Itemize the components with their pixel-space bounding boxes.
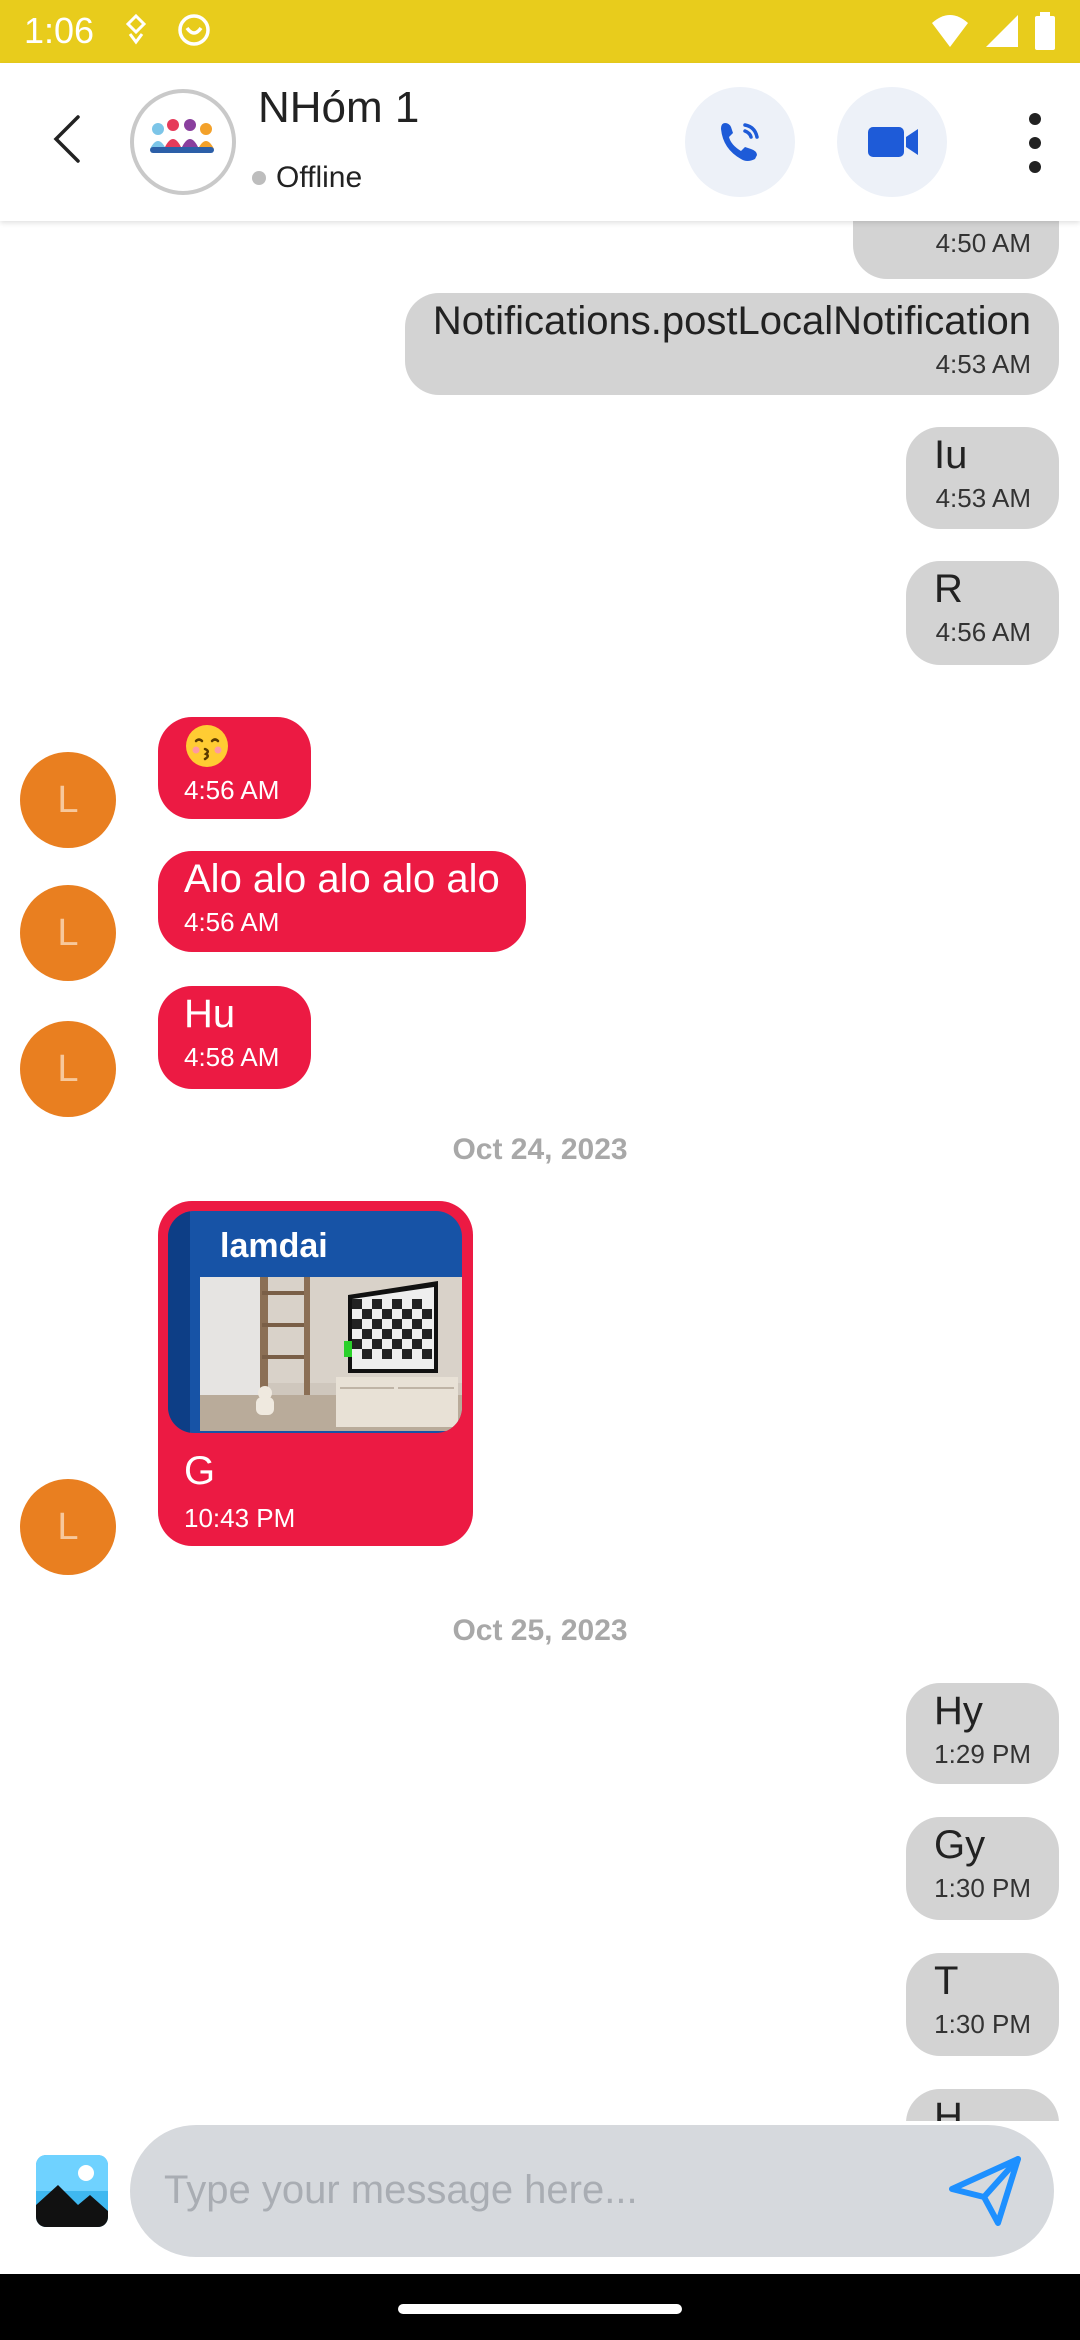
message-text: Hu: [184, 992, 236, 1036]
message-text: R: [934, 567, 963, 611]
message-bubble-outgoing[interactable]: R 4:56 AM: [906, 561, 1059, 665]
message-text: Hy: [934, 1689, 983, 1733]
system-navigation-bar: [0, 2274, 1080, 2340]
notification-icon: [122, 12, 150, 53]
send-icon: [949, 2156, 1021, 2226]
chat-header: NHóm 1 Offline: [0, 63, 1080, 221]
reply-image-thumbnail[interactable]: [200, 1277, 462, 1431]
sender-avatar[interactable]: L: [20, 885, 116, 981]
message-bubble-outgoing[interactable]: Iu 4:53 AM: [906, 427, 1059, 529]
sender-avatar[interactable]: L: [20, 1021, 116, 1117]
message-time: 4:56 AM: [935, 617, 1031, 647]
home-indicator[interactable]: [398, 2304, 682, 2314]
message-emoji: [184, 717, 285, 772]
message-text: H: [934, 2095, 963, 2121]
status-time: 1:06: [24, 10, 95, 51]
message-time: 4:56 AM: [184, 907, 280, 937]
sender-avatar[interactable]: L: [20, 1479, 116, 1575]
send-button[interactable]: [946, 2151, 1026, 2231]
gallery-icon: [36, 2155, 108, 2227]
video-icon: [868, 127, 918, 157]
message-text: Alo alo alo alo alo: [184, 857, 500, 901]
message-composer: [0, 2121, 1080, 2274]
message-time: 1:29 PM: [934, 1739, 1031, 1769]
message-text: Notifications.postLocalNotification: [432, 299, 1031, 343]
message-time: 4:50 AM: [935, 228, 1031, 258]
message-bubble-outgoing[interactable]: Gy 1:30 PM: [906, 1817, 1059, 1920]
message-time: 10:43 PM: [184, 1503, 296, 1533]
message-bubble-outgoing[interactable]: Hy 1:29 PM: [906, 1683, 1059, 1784]
message-bubble-outgoing[interactable]: T 1:30 PM: [906, 1953, 1059, 2056]
back-button[interactable]: [40, 109, 100, 169]
message-bubble-outgoing[interactable]: Notifications.postLocalNotification 4:53…: [404, 293, 1059, 395]
message-time: 4:58 AM: [184, 1042, 280, 1072]
message-text: G: [184, 1449, 216, 1493]
reply-accent-bar: [168, 1211, 190, 1433]
gallery-button[interactable]: [36, 2155, 108, 2227]
battery-icon: [1034, 12, 1056, 55]
message-text: T: [934, 1959, 959, 2003]
message-bubble-incoming-reply[interactable]: lamdai G 10:43 PM: [158, 1201, 473, 1546]
chat-title: NHóm 1: [258, 83, 420, 132]
voice-call-button[interactable]: [685, 87, 795, 197]
message-bubble-outgoing[interactable]: 4:50 AM: [853, 221, 1059, 279]
message-time: 4:53 AM: [935, 483, 1031, 513]
date-divider: Oct 24, 2023: [452, 1133, 628, 1166]
message-bubble-outgoing[interactable]: H: [906, 2089, 1059, 2121]
video-call-button[interactable]: [837, 87, 947, 197]
reply-preview[interactable]: lamdai: [168, 1211, 462, 1433]
group-people-icon: [150, 119, 214, 153]
message-time: 1:30 PM: [934, 1873, 1031, 1903]
more-vert-icon: [1029, 113, 1041, 173]
app-notification-icon: [176, 12, 212, 53]
message-bubble-incoming[interactable]: 4:56 AM: [158, 717, 311, 819]
kissing-face-icon: [186, 725, 228, 767]
reply-author: lamdai: [220, 1227, 328, 1265]
message-text: Iu: [934, 433, 968, 477]
message-time: 4:56 AM: [184, 775, 280, 805]
message-text: Gy: [934, 1823, 986, 1867]
message-input-container[interactable]: [130, 2125, 1054, 2257]
message-list[interactable]: 4:50 AM Notifications.postLocalNotificat…: [0, 221, 1080, 2121]
signal-icon: [984, 13, 1020, 54]
back-icon: [53, 115, 80, 163]
presence-status: Offline: [252, 161, 362, 195]
presence-dot: [252, 171, 266, 185]
group-avatar[interactable]: [130, 89, 236, 195]
message-input[interactable]: [164, 2155, 924, 2225]
more-options-button[interactable]: [1010, 103, 1060, 183]
message-time: 1:30 PM: [934, 2009, 1031, 2039]
phone-icon: [721, 123, 759, 161]
message-bubble-incoming[interactable]: Hu 4:58 AM: [158, 986, 311, 1089]
message-bubble-incoming[interactable]: Alo alo alo alo alo 4:56 AM: [158, 851, 526, 952]
wifi-icon: [930, 13, 970, 54]
status-bar: 1:06: [0, 0, 1080, 63]
message-time: 4:53 AM: [935, 349, 1031, 379]
presence-label: Offline: [276, 161, 363, 194]
date-divider: Oct 25, 2023: [452, 1614, 628, 1647]
tv-checkerboard: [344, 1281, 438, 1373]
sender-avatar[interactable]: L: [20, 752, 116, 848]
